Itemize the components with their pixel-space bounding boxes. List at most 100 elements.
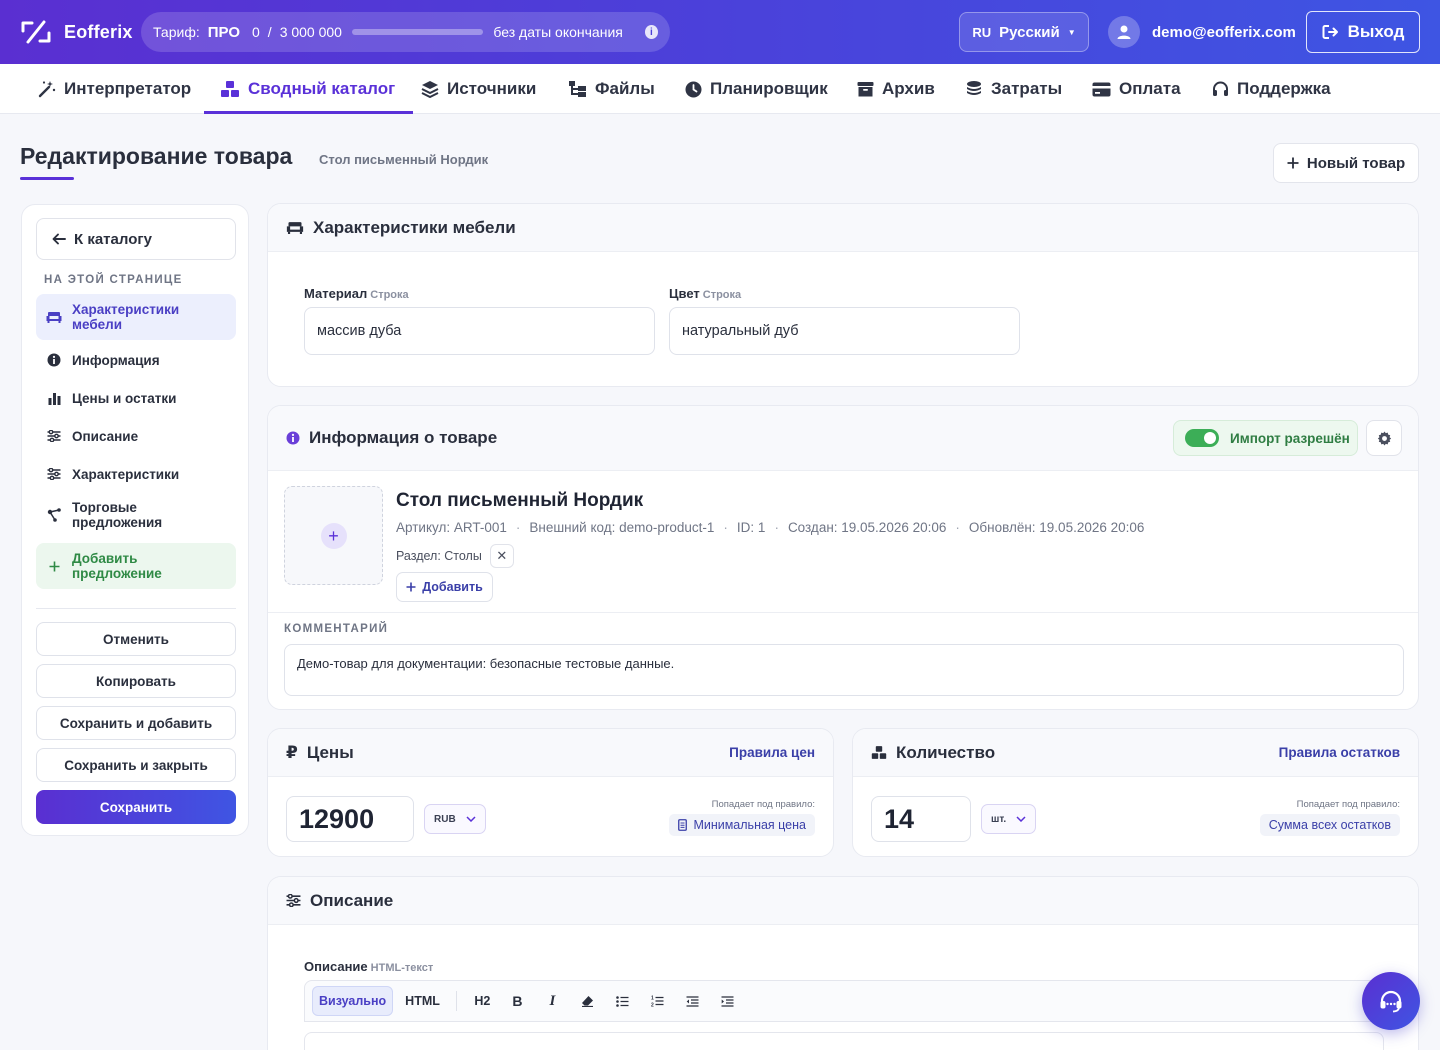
sidebar-item-description[interactable]: Описание xyxy=(36,420,236,452)
nav-label: Затраты xyxy=(991,79,1063,98)
save-and-add-button[interactable]: Сохранить и добавить xyxy=(36,706,236,740)
sidebar-item-furniture[interactable]: Характеристики мебели xyxy=(36,294,236,340)
tariff-expiry: без даты окончания xyxy=(493,24,623,40)
sidebar-item-label: Торговые предложения xyxy=(72,500,163,530)
comment-label: КОММЕНТАРИЙ xyxy=(284,623,389,635)
top-bar: Eofferix Тариф: ПРО 0 / 3 000 000 без да… xyxy=(0,0,1440,64)
nav-item-costs[interactable]: Затраты xyxy=(965,64,1062,114)
import-label: Импорт разрешён xyxy=(1230,430,1350,446)
nav-item-interpreter[interactable]: Интерпретатор xyxy=(38,64,191,114)
bold-button[interactable]: B xyxy=(500,986,535,1016)
settings-button[interactable] xyxy=(1366,420,1402,456)
copy-button[interactable]: Копировать xyxy=(36,664,236,698)
new-product-button[interactable]: Новый товар xyxy=(1273,143,1419,183)
visual-mode-button[interactable]: Визуально xyxy=(312,986,394,1016)
info-icon xyxy=(286,431,300,445)
currency-select[interactable]: RUB xyxy=(424,804,486,834)
nav-label: Поддержка xyxy=(1237,79,1331,98)
editor-toolbar: Визуально HTML H2 B I 12 xyxy=(304,980,1384,1022)
indent-button[interactable] xyxy=(710,986,745,1016)
info-icon[interactable]: i xyxy=(644,25,658,39)
nav-item-scheduler[interactable]: Планировщик xyxy=(685,64,828,114)
sidebar-item-prices[interactable]: Цены и остатки xyxy=(36,382,236,414)
sidebar-item-add-offer[interactable]: Добавить предложение xyxy=(36,543,236,589)
save-and-close-button[interactable]: Сохранить и закрыть xyxy=(36,748,236,782)
support-chat-button[interactable] xyxy=(1362,972,1420,1030)
tariff-plan: ПРО xyxy=(207,23,240,41)
language-selector[interactable]: RU Русский ▼ xyxy=(959,12,1089,52)
nav-item-archive[interactable]: Архив xyxy=(857,64,935,114)
price-rule-chip[interactable]: Минимальная цена xyxy=(669,814,815,836)
outdent-button[interactable] xyxy=(675,986,710,1016)
quantity-input[interactable]: 14 xyxy=(871,796,971,842)
stock-rule-chip[interactable]: Сумма всех остатков xyxy=(1259,814,1400,836)
remove-section-button[interactable]: ✕ xyxy=(489,544,514,568)
add-section-button[interactable]: Добавить xyxy=(396,572,493,602)
sidebar-item-label: Цены и остатки xyxy=(72,390,177,406)
tariff-panel: Тариф: ПРО 0 / 3 000 000 без даты оконча… xyxy=(141,12,670,52)
numbered-list-button[interactable]: 12 xyxy=(640,986,675,1016)
price-input[interactable]: 12900 xyxy=(286,796,414,842)
price-rules-link[interactable]: Правила цен xyxy=(729,745,815,760)
sidebar-divider xyxy=(36,608,236,609)
material-label: Материал Строка xyxy=(304,286,409,301)
headset-icon xyxy=(1378,989,1404,1013)
nav-label: Планировщик xyxy=(710,79,828,98)
sidebar-item-info[interactable]: Информация xyxy=(36,344,236,376)
sidebar-item-offers[interactable]: Торговые предложения xyxy=(36,495,236,535)
heading-button[interactable]: H2 xyxy=(465,986,500,1016)
chevron-down-icon xyxy=(466,816,476,822)
sofa-icon xyxy=(46,309,62,325)
stock-rules-link[interactable]: Правила остатков xyxy=(1279,745,1400,760)
prices-card: ₽ Цены Правила цен 12900 RUB Попадает по… xyxy=(267,728,834,857)
logo[interactable]: Eofferix xyxy=(20,18,133,46)
indent-icon xyxy=(721,995,734,1007)
comment-textarea[interactable]: Демо-товар для документации: безопасные … xyxy=(284,644,1404,696)
description-editor[interactable] xyxy=(304,1032,1384,1050)
sliders-icon xyxy=(46,428,62,444)
save-button[interactable]: Сохранить xyxy=(36,790,236,824)
sidebar-item-label: Характеристики мебели xyxy=(72,302,180,332)
sidebar-item-label: Характеристики xyxy=(72,466,180,482)
usage-used: 0 xyxy=(252,24,260,40)
description-card: Описание Описание HTML-текст Визуально HT… xyxy=(267,876,1419,1050)
field-type: Строка xyxy=(702,289,742,301)
sidebar-item-characteristics[interactable]: Характеристики xyxy=(36,458,236,490)
cancel-button[interactable]: Отменить xyxy=(36,622,236,656)
color-input[interactable]: натуральный дуб xyxy=(669,307,1020,355)
unit-select[interactable]: шт. xyxy=(981,804,1037,834)
logout-button[interactable]: Выход xyxy=(1306,11,1420,53)
back-to-catalog-button[interactable]: К каталогу xyxy=(36,218,236,260)
created-date: Создан: 19.05.2026 20:06 xyxy=(787,520,947,535)
bullet-list-button[interactable] xyxy=(605,986,640,1016)
user-menu[interactable]: demo@eofferix.com xyxy=(1108,16,1296,48)
nav-item-support[interactable]: Поддержка xyxy=(1212,64,1331,114)
ruble-icon: ₽ xyxy=(286,742,298,762)
boxes-icon xyxy=(220,80,240,98)
material-input[interactable]: массив дуба xyxy=(304,307,655,355)
svg-text:2: 2 xyxy=(651,1003,654,1008)
card-header: Описание xyxy=(268,877,1418,925)
clear-format-button[interactable] xyxy=(570,986,605,1016)
toolbar-separator xyxy=(455,991,457,1011)
product-meta: Артикул: ART-001 · Внешний код: demo-prod… xyxy=(396,520,1144,535)
usage-progress-bar xyxy=(351,29,484,35)
html-mode-button[interactable]: HTML xyxy=(397,986,448,1016)
section-row: Раздел: Столы ✕ xyxy=(396,544,514,568)
nav-item-sources[interactable]: Источники xyxy=(421,64,536,114)
import-toggle[interactable]: Импорт разрешён xyxy=(1173,420,1358,456)
credit-card-icon xyxy=(1092,82,1111,97)
image-upload[interactable]: + xyxy=(284,486,383,585)
nav-item-catalog[interactable]: Сводный каталог xyxy=(203,64,414,114)
numbered-list-icon: 12 xyxy=(651,995,664,1007)
archive-icon xyxy=(857,81,874,97)
field-type: Строка xyxy=(370,289,409,301)
product-id: ID: 1 xyxy=(736,520,766,535)
sliders-icon xyxy=(46,466,62,482)
chevron-down-icon xyxy=(1016,816,1026,822)
nav-item-files[interactable]: Файлы xyxy=(568,64,655,114)
field-type: HTML-текст xyxy=(370,962,434,974)
sliders-icon xyxy=(286,894,301,907)
nav-item-payment[interactable]: Оплата xyxy=(1092,64,1181,114)
italic-button[interactable]: I xyxy=(535,986,570,1016)
